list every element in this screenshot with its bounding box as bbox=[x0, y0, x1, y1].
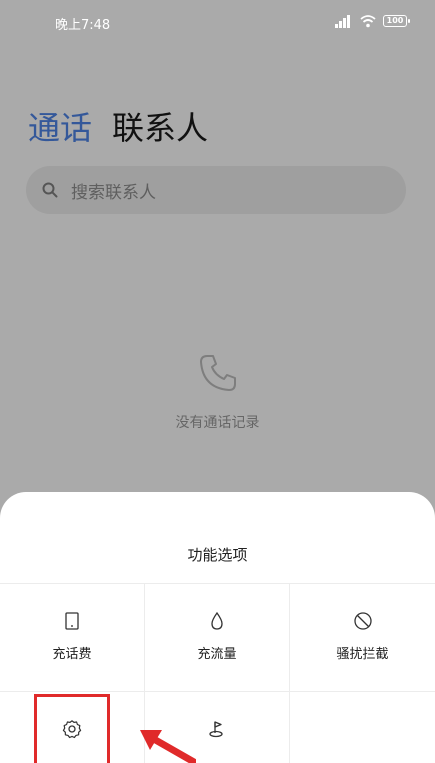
empty-state-text: 没有通话记录 bbox=[175, 415, 260, 431]
option-label: 充流量 bbox=[197, 647, 237, 662]
search-icon bbox=[42, 182, 58, 198]
wifi-icon bbox=[360, 15, 376, 28]
drop-icon bbox=[211, 611, 223, 630]
empty-state: 没有通话记录 bbox=[0, 352, 435, 432]
search-input[interactable]: 搜索联系人 bbox=[26, 166, 406, 214]
highlight-box bbox=[34, 694, 110, 763]
signal-icon bbox=[335, 14, 353, 28]
status-bar: 晚上7:48 100 bbox=[0, 0, 435, 44]
options-row: 充话费 充流量 骚扰拦截 bbox=[0, 584, 435, 692]
option-label: 充话费 bbox=[52, 647, 92, 662]
tab-contacts[interactable]: 联系人 bbox=[112, 106, 208, 150]
location-icon bbox=[209, 721, 223, 738]
option-recharge-calls[interactable]: 充话费 bbox=[0, 584, 145, 691]
search-placeholder: 搜索联系人 bbox=[71, 182, 156, 203]
status-icons: 100 bbox=[335, 14, 410, 28]
option-spam-block[interactable]: 骚扰拦截 bbox=[290, 584, 435, 691]
battery-icon: 100 bbox=[383, 15, 410, 27]
sheet-title: 功能选项 bbox=[187, 546, 248, 564]
block-icon bbox=[353, 612, 372, 630]
tab-bar: 通话 联系人 bbox=[28, 106, 208, 150]
phone-icon bbox=[65, 612, 79, 630]
tab-calls[interactable]: 通话 bbox=[28, 106, 92, 150]
option-empty bbox=[290, 692, 435, 763]
phone-handset-icon bbox=[199, 355, 236, 391]
option-recharge-data[interactable]: 充流量 bbox=[145, 584, 290, 691]
status-time: 晚上7:48 bbox=[55, 18, 111, 33]
option-label: 骚扰拦截 bbox=[336, 647, 389, 662]
pointer-arrow-icon bbox=[140, 730, 196, 763]
